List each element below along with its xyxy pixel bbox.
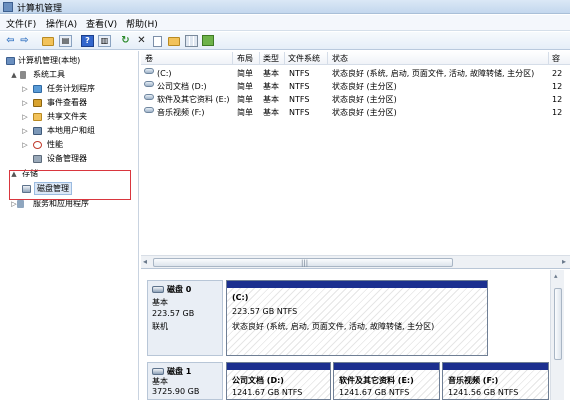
expand-icon[interactable]: ▷ [21,125,29,137]
disk-0-info[interactable]: 磁盘 0 基本 223.57 GB 联机 [147,280,223,356]
format-icon[interactable] [185,35,198,47]
table-row[interactable]: 公司文档 (D:) 简单 基本 NTFS 状态良好 (主分区) 12 [141,81,570,93]
menu-file[interactable]: 文件(F) [6,17,36,30]
volume-icon [144,107,154,113]
disk-0-name: 磁盘 0 [167,285,192,294]
toolbar: ⇦ ⇨ ▤ ? ▥ ↻ ✕ [0,32,570,50]
window-title: 计算机管理 [17,4,63,14]
scroll-right-icon[interactable]: ▸ [562,257,566,266]
disk-0-type: 基本 [152,298,168,307]
properties-icon[interactable]: ▥ [98,35,111,47]
column-capacity[interactable]: 容 [552,53,560,64]
tools-icon [20,71,26,79]
computer-icon [6,57,15,65]
expand-icon[interactable]: ▷ [21,139,29,151]
disk-icon [152,368,164,375]
partition-f[interactable]: 音乐视频 (F:) 1241.56 GB NTFS [442,362,549,400]
volume-icon [144,94,154,100]
disk-1-type: 基本 [152,377,168,386]
disk-1-name: 磁盘 1 [167,367,192,376]
help-icon[interactable]: ? [81,35,94,47]
volume-list: 卷 布局 类型 文件系统 状态 容 (C:) 简单 基本 NTFS 状态良好 (… [141,51,570,269]
column-type[interactable]: 类型 [263,53,279,64]
scroll-left-icon[interactable]: ◂ [143,257,147,266]
device-manager-icon [33,155,42,163]
disk-map: 磁盘 0 基本 223.57 GB 联机 (C:) 223.57 GB NTFS… [141,270,570,400]
disk-icon [152,286,164,293]
table-row[interactable]: 软件及其它资料 (E:) 简单 基本 NTFS 状态良好 (主分区) 12 [141,94,570,106]
disk-0-state: 联机 [152,322,168,331]
scrollbar-thumb[interactable] [554,288,562,360]
volume-icon [144,81,154,87]
partition-e[interactable]: 软件及其它资料 (E:) 1241.67 GB NTFS [333,362,440,400]
table-row[interactable]: (C:) 简单 基本 NTFS 状态良好 (系统, 启动, 页面文件, 活动, … [141,68,570,80]
partition-c[interactable]: (C:) 223.57 GB NTFS 状态良好 (系统, 启动, 页面文件, … [226,280,488,356]
services-icon [17,200,24,208]
column-volume[interactable]: 卷 [145,53,153,64]
scroll-grip: ||| [301,259,309,267]
disk-1-info[interactable]: 磁盘 1 基本 3725.90 GB [147,362,223,400]
users-icon [33,127,42,135]
highlight-box [9,170,131,200]
disk-0-size: 223.57 GB [152,309,195,318]
scroll-up-icon[interactable]: ▴ [554,272,558,280]
menu-view[interactable]: 查看(V) [86,17,117,30]
refresh-icon[interactable]: ↻ [119,35,132,47]
menu-bar: 文件(F) 操作(A) 查看(V) 帮助(H) [0,15,570,31]
up-folder-icon[interactable] [42,37,54,46]
vertical-scrollbar[interactable]: ▴ [550,270,564,400]
menu-action[interactable]: 操作(A) [46,17,77,30]
show-hide-tree-icon[interactable]: ▤ [59,35,72,47]
expand-icon[interactable]: ▷ [21,111,29,123]
event-icon [33,99,42,107]
column-layout[interactable]: 布局 [237,53,253,64]
column-filesystem[interactable]: 文件系统 [288,53,320,64]
scrollbar-thumb[interactable]: ||| [153,258,453,267]
clock-icon [33,85,42,93]
volume-icon [144,68,154,74]
horizontal-scrollbar[interactable]: ◂ ||| ▸ [141,255,570,268]
column-status[interactable]: 状态 [332,53,348,64]
menu-help[interactable]: 帮助(H) [126,17,158,30]
table-row[interactable]: 音乐视频 (F:) 简单 基本 NTFS 状态良好 (主分区) 12 [141,107,570,119]
title-bar: 计算机管理 [0,0,570,14]
open-folder-icon[interactable] [168,37,180,46]
forward-icon[interactable]: ⇨ [18,35,31,47]
copy-icon[interactable] [153,36,162,47]
expand-icon[interactable]: ▷ [21,83,29,95]
partition-d[interactable]: 公司文档 (D:) 1241.67 GB NTFS [226,362,331,400]
collapse-icon[interactable]: ▲ [10,69,18,81]
volume-list-header: 卷 布局 类型 文件系统 状态 容 [141,51,570,65]
settings-icon[interactable] [202,35,214,46]
expand-icon[interactable]: ▷ [21,97,29,109]
disk-1-size: 3725.90 GB [152,387,200,396]
back-icon[interactable]: ⇦ [4,35,17,47]
performance-icon [33,141,42,149]
computer-management-icon [3,2,13,12]
shared-folder-icon [33,113,42,121]
delete-icon[interactable]: ✕ [135,35,148,47]
navigation-tree: 计算机管理(本地) ▲ 系统工具 ▷ 任务计划程序 ▷ 事件查看器 ▷ 共享文件… [0,51,139,400]
